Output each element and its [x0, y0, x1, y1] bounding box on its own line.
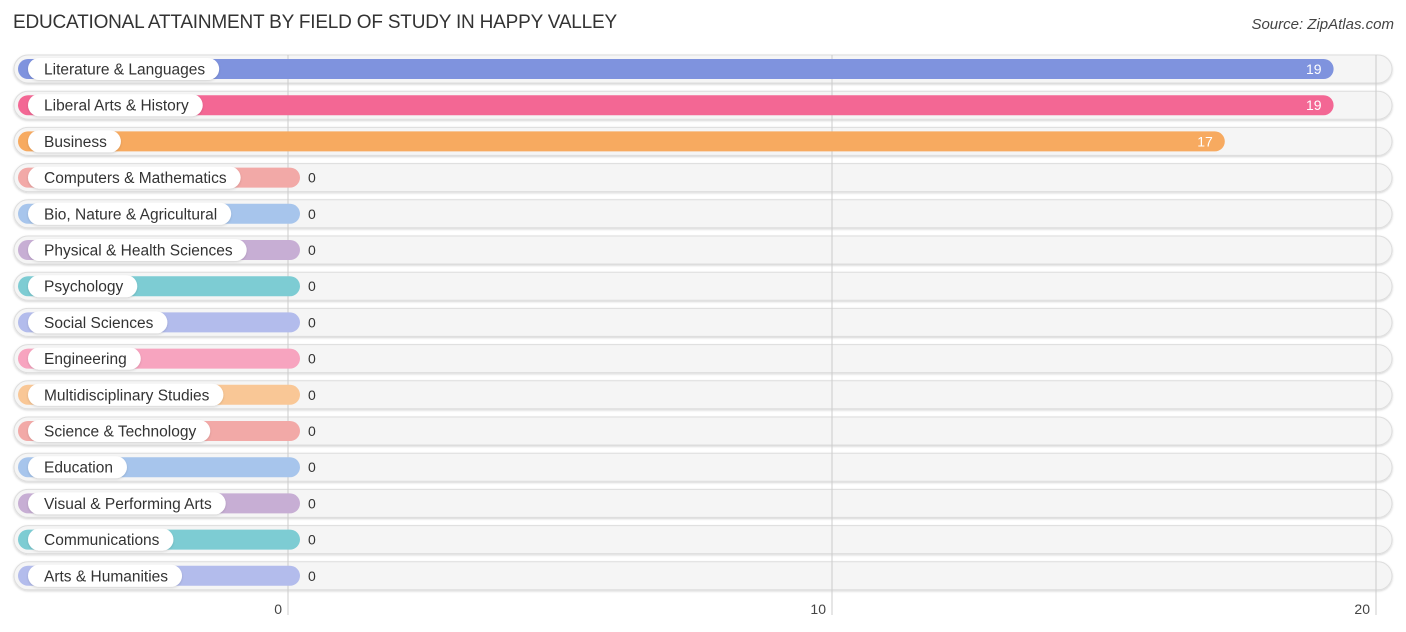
category-label: Multidisciplinary Studies: [44, 387, 210, 404]
category-label: Arts & Humanities: [44, 568, 168, 585]
x-axis-ticks: 0 10 20: [274, 601, 1370, 617]
bar-row: Multidisciplinary Studies 0: [18, 383, 316, 406]
category-label: Business: [44, 134, 107, 151]
bar-row: Visual & Performing Arts 0: [18, 492, 316, 515]
bar-row: Liberal Arts & History 19: [18, 94, 1334, 117]
value-label: 0: [308, 242, 316, 258]
value-label: 19: [1306, 61, 1322, 77]
category-label: Engineering: [44, 351, 127, 368]
category-label: Science & Technology: [44, 424, 196, 441]
value-label: 0: [308, 206, 316, 222]
bar[interactable]: [18, 131, 1225, 152]
value-label: 0: [308, 351, 316, 367]
value-label: 0: [308, 278, 316, 294]
bar-row: Communications 0: [18, 528, 316, 551]
bar-row: Physical & Health Sciences 0: [18, 239, 316, 261]
value-label: 0: [308, 495, 316, 511]
value-label: 0: [308, 568, 316, 584]
value-label: 0: [308, 459, 316, 475]
bar-row: Arts & Humanities 0: [18, 564, 316, 587]
bar-row: Education 0: [18, 456, 316, 479]
x-tick-label: 0: [274, 601, 282, 617]
bar-row: Science & Technology 0: [18, 420, 316, 442]
bar[interactable]: [18, 95, 1334, 116]
category-label: Education: [44, 460, 113, 477]
bar-chart: Literature & Languages 19Liberal Arts & H…: [13, 54, 1393, 617]
value-label: 0: [308, 387, 316, 403]
category-label: Literature & Languages: [44, 62, 205, 79]
category-label: Physical & Health Sciences: [44, 243, 233, 260]
bar-row: Computers & Mathematics 0: [18, 166, 316, 189]
bar-row: Psychology 0: [18, 275, 316, 298]
x-tick-label: 20: [1354, 601, 1370, 617]
value-label: 19: [1306, 97, 1322, 113]
category-label: Psychology: [44, 279, 124, 296]
category-label: Computers & Mathematics: [44, 170, 227, 187]
category-label: Communications: [44, 532, 160, 549]
bar-row: Business 17: [18, 130, 1225, 153]
x-tick-label: 10: [810, 601, 826, 617]
value-label: 0: [308, 423, 316, 439]
category-label: Visual & Performing Arts: [44, 496, 212, 513]
category-label: Social Sciences: [44, 315, 154, 332]
bar-row: Engineering 0: [18, 347, 316, 370]
bar-row: Literature & Languages 19: [18, 58, 1334, 80]
category-label: Bio, Nature & Agricultural: [44, 206, 217, 223]
value-label: 0: [308, 532, 316, 548]
value-label: 0: [308, 314, 316, 330]
bar-row: Bio, Nature & Agricultural 0: [18, 202, 316, 225]
value-label: 0: [308, 170, 316, 186]
value-label: 17: [1197, 133, 1213, 149]
bar-row: Social Sciences 0: [18, 311, 316, 334]
category-label: Liberal Arts & History: [44, 98, 189, 115]
